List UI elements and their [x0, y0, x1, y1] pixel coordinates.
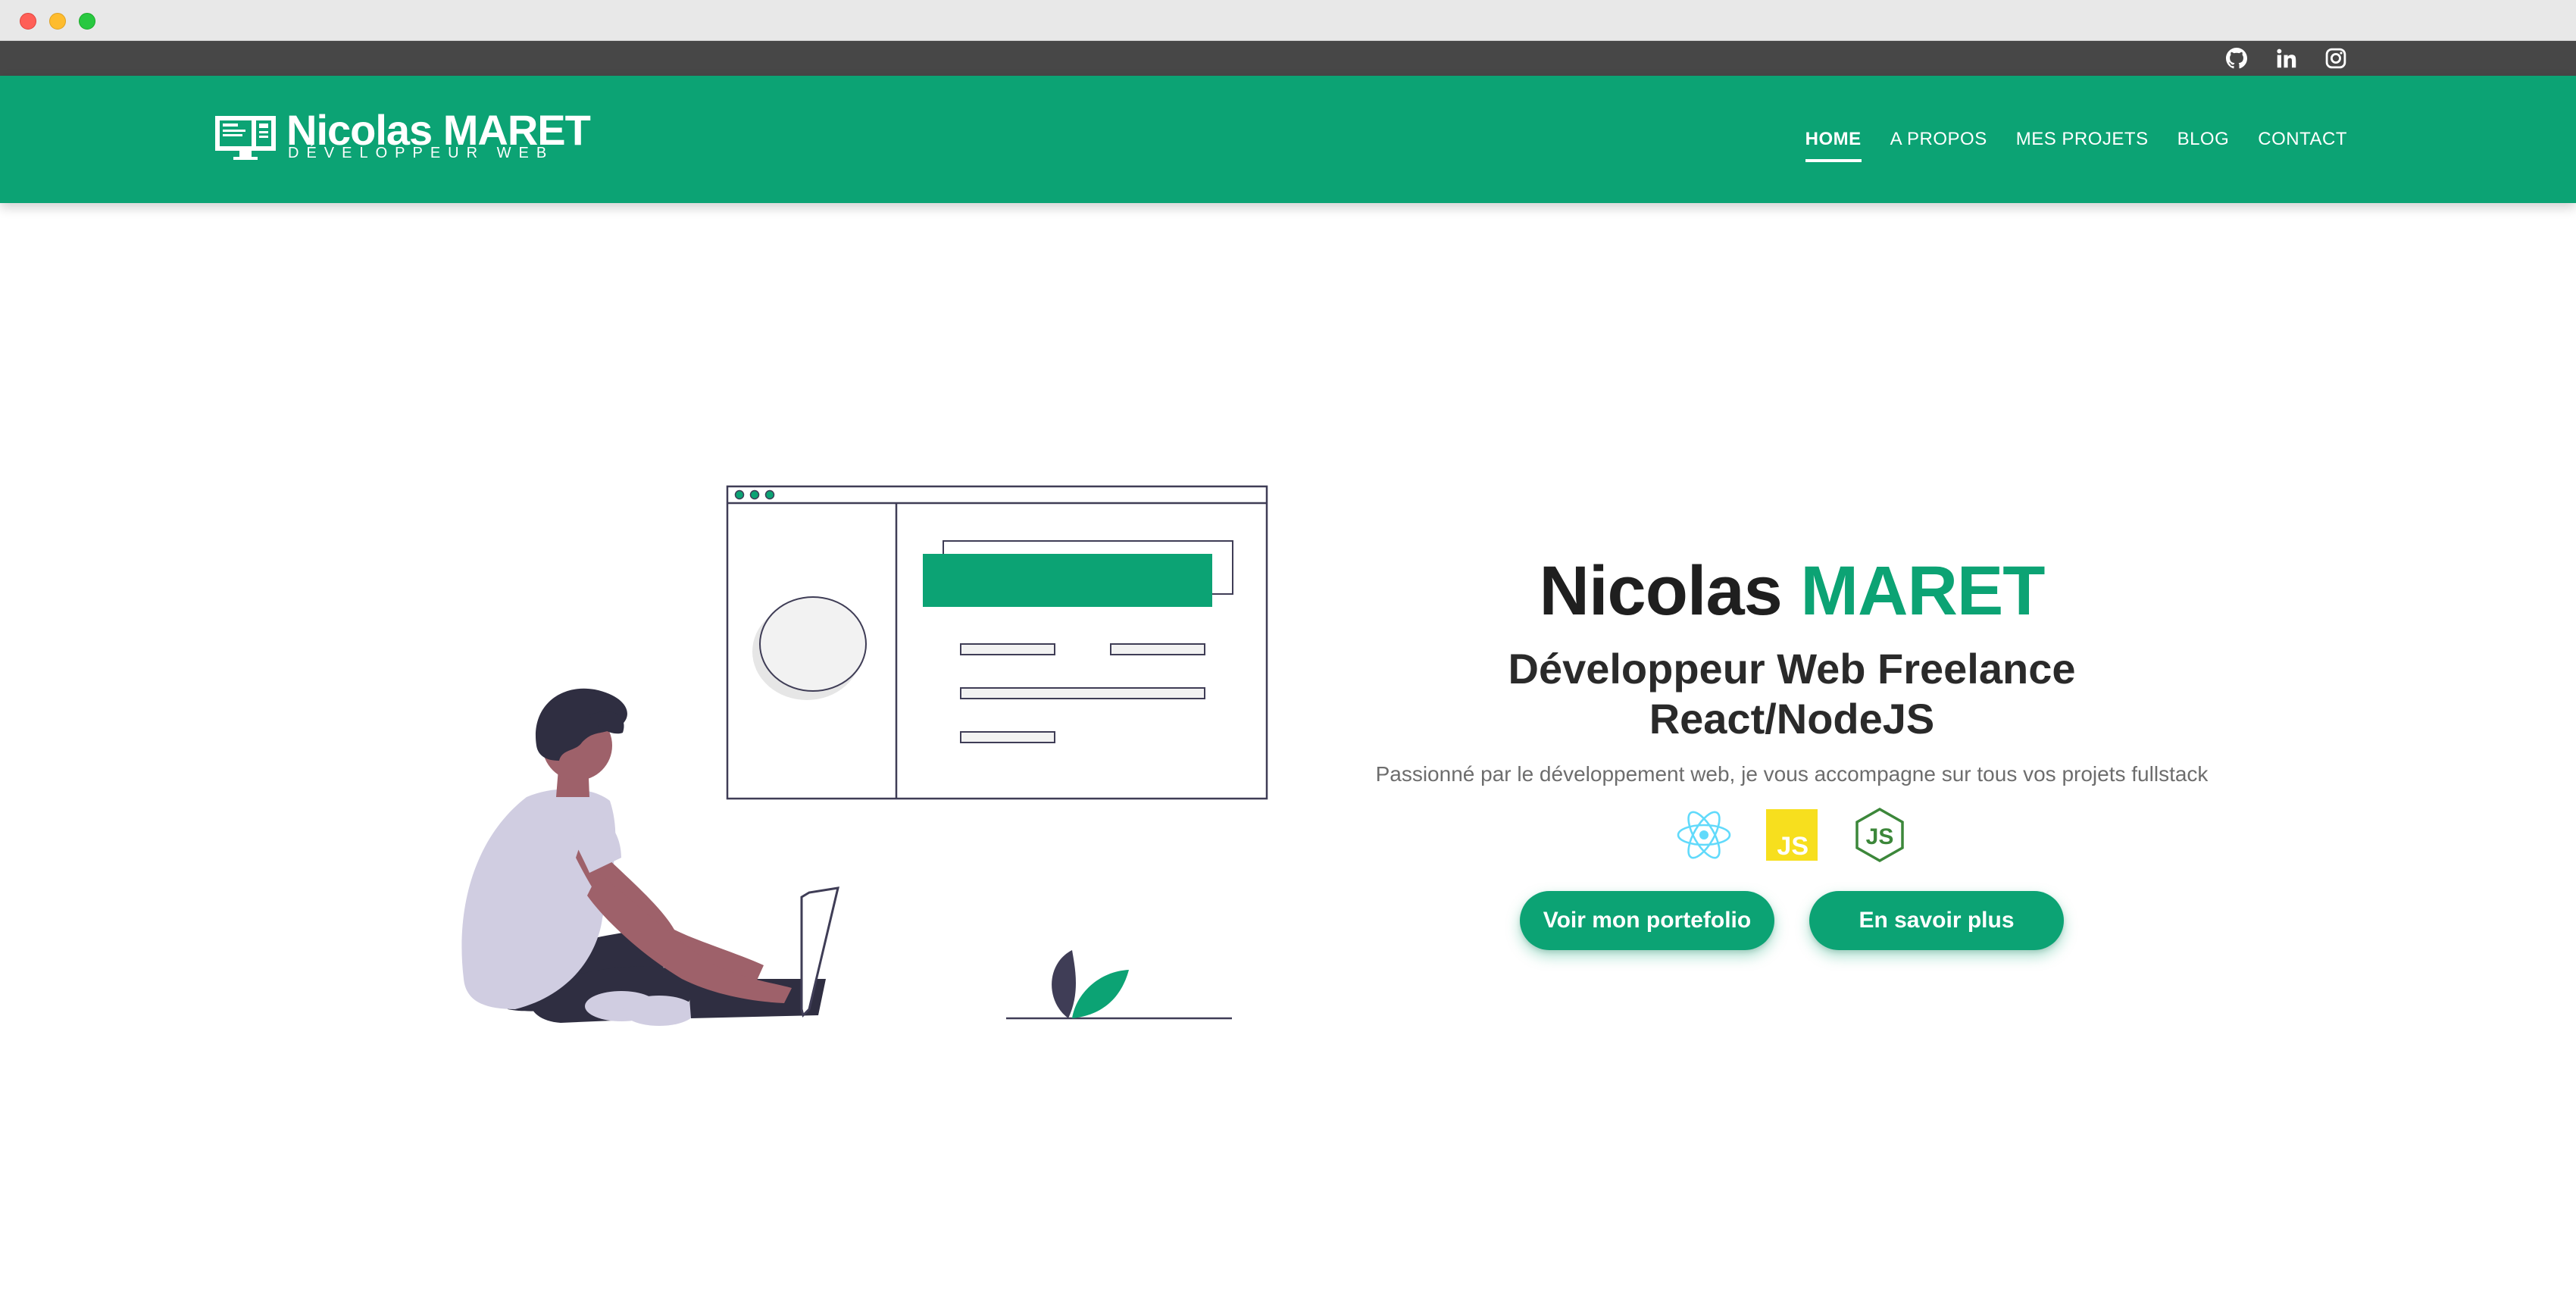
svg-text:JS: JS: [1866, 824, 1894, 849]
hero-role-line2: React/NodeJS: [1649, 695, 1935, 743]
hero-last-name: MARET: [1800, 552, 2045, 630]
github-icon: [2226, 48, 2247, 69]
browser-chrome: [0, 0, 2576, 41]
logo-subtitle: DÉVELOPPEUR WEB: [288, 145, 555, 161]
hero-description: Passionné par le développement web, je v…: [1375, 762, 2209, 786]
main-nav: HOME A PROPOS MES PROJETS BLOG CONTACT: [1805, 76, 2347, 203]
hero-first-name: Nicolas: [1539, 552, 1783, 630]
nav-home[interactable]: HOME: [1805, 123, 1862, 162]
site-logo[interactable]: Nicolas MARET DÉVELOPPEUR WEB: [214, 106, 623, 164]
social-topbar: [0, 41, 2576, 76]
nav-mes-projets[interactable]: MES PROJETS: [2016, 123, 2149, 156]
site-header: Nicolas MARET DÉVELOPPEUR WEB HOME A PRO…: [0, 76, 2576, 203]
nav-blog[interactable]: BLOG: [2177, 123, 2230, 156]
minimize-window-button[interactable]: [49, 13, 66, 30]
instagram-icon: [2325, 48, 2346, 69]
hero-section: Nicolas MARET Développeur Web Freelance …: [1288, 546, 2296, 950]
close-window-button[interactable]: [20, 13, 36, 30]
hero-buttons: Voir mon portefolio En savoir plus: [1288, 891, 2296, 950]
hero-name: Nicolas MARET: [1288, 546, 2296, 636]
developer-illustration: [461, 485, 1268, 1026]
instagram-link[interactable]: [2321, 41, 2351, 76]
portfolio-button[interactable]: Voir mon portefolio: [1520, 891, 1774, 950]
linkedin-link[interactable]: [2271, 41, 2302, 76]
monitor-logo-icon: [215, 116, 276, 160]
nav-a-propos[interactable]: A PROPOS: [1890, 123, 1987, 156]
maximize-window-button[interactable]: [79, 13, 95, 30]
browser-window-drawing: [726, 485, 1268, 800]
react-icon: [1677, 811, 1731, 859]
hero-role: Développeur Web Freelance React/NodeJS: [1288, 644, 2296, 744]
nodejs-icon: JS: [1855, 807, 1904, 863]
linkedin-icon: [2277, 48, 2296, 68]
js-badge-text: JS: [1777, 832, 1809, 861]
javascript-icon: JS: [1766, 809, 1818, 861]
hero-role-line1: Développeur Web Freelance: [1508, 645, 2076, 693]
learn-more-button[interactable]: En savoir plus: [1809, 891, 2064, 950]
github-link[interactable]: [2221, 41, 2252, 76]
nav-contact[interactable]: CONTACT: [2258, 123, 2347, 156]
plant-drawing: [1006, 950, 1232, 1020]
tech-stack: JS JS: [1288, 806, 2296, 864]
